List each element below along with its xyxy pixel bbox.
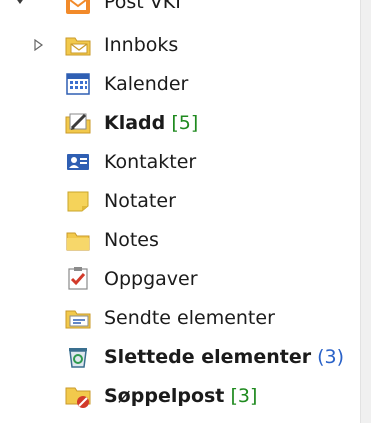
unread-count-badge: [3] bbox=[230, 385, 258, 407]
drafts-icon bbox=[62, 107, 94, 139]
contacts-icon bbox=[62, 146, 94, 178]
account-folder-icon bbox=[62, 0, 94, 20]
unread-count-badge: [5] bbox=[171, 112, 199, 134]
sent-items-icon bbox=[62, 302, 94, 334]
account-label: Post VKI bbox=[104, 0, 181, 13]
folder-icon bbox=[62, 224, 94, 256]
folder-item-kalender[interactable]: Kalender bbox=[0, 64, 358, 104]
deleted-items-icon bbox=[62, 341, 94, 373]
folder-label: Notes bbox=[104, 229, 159, 251]
folder-item-sendte-elementer[interactable]: Sendte elementer bbox=[0, 298, 358, 338]
expand-triangle-icon bbox=[34, 39, 44, 51]
folder-label: Innboks bbox=[104, 34, 179, 56]
folder-label: Kladd bbox=[104, 112, 166, 134]
folder-item-notater[interactable]: Notater bbox=[0, 181, 358, 221]
folder-label: Kalender bbox=[104, 73, 189, 95]
folder-label: Slettede elementer bbox=[104, 346, 312, 368]
folder-item-kontakter[interactable]: Kontakter bbox=[0, 142, 358, 182]
collapse-triangle-icon bbox=[17, 0, 23, 4]
folder-item-notes[interactable]: Notes bbox=[0, 220, 358, 260]
folder-item-kladd[interactable]: Kladd [5] bbox=[0, 103, 358, 143]
folder-pane: Post VKI Innboks Kalender Kladd [5] Kont… bbox=[0, 0, 371, 423]
junk-mail-icon bbox=[62, 380, 94, 412]
folder-item-oppgaver[interactable]: Oppgaver bbox=[0, 259, 358, 299]
folder-label: Oppgaver bbox=[104, 268, 198, 290]
folder-item-slettede-elementer[interactable]: Slettede elementer (3) bbox=[0, 337, 358, 377]
collapse-toggle[interactable] bbox=[12, 0, 28, 8]
unread-count-badge: (3) bbox=[317, 346, 345, 368]
folder-label: Kontakter bbox=[104, 151, 197, 173]
scrollbar[interactable] bbox=[360, 0, 371, 423]
notes-icon bbox=[62, 185, 94, 217]
expand-toggle[interactable] bbox=[30, 37, 46, 53]
folder-label: Sendte elementer bbox=[104, 307, 275, 329]
account-header-row[interactable]: Post VKI bbox=[0, 0, 358, 18]
folder-item-innboks[interactable]: Innboks bbox=[0, 25, 358, 65]
calendar-icon bbox=[62, 68, 94, 100]
folder-label: Søppelpost bbox=[104, 385, 225, 407]
folder-item-soppelpost[interactable]: Søppelpost [3] bbox=[0, 376, 358, 416]
tasks-icon bbox=[62, 263, 94, 295]
folder-label: Notater bbox=[104, 190, 176, 212]
inbox-folder-icon bbox=[62, 29, 94, 61]
